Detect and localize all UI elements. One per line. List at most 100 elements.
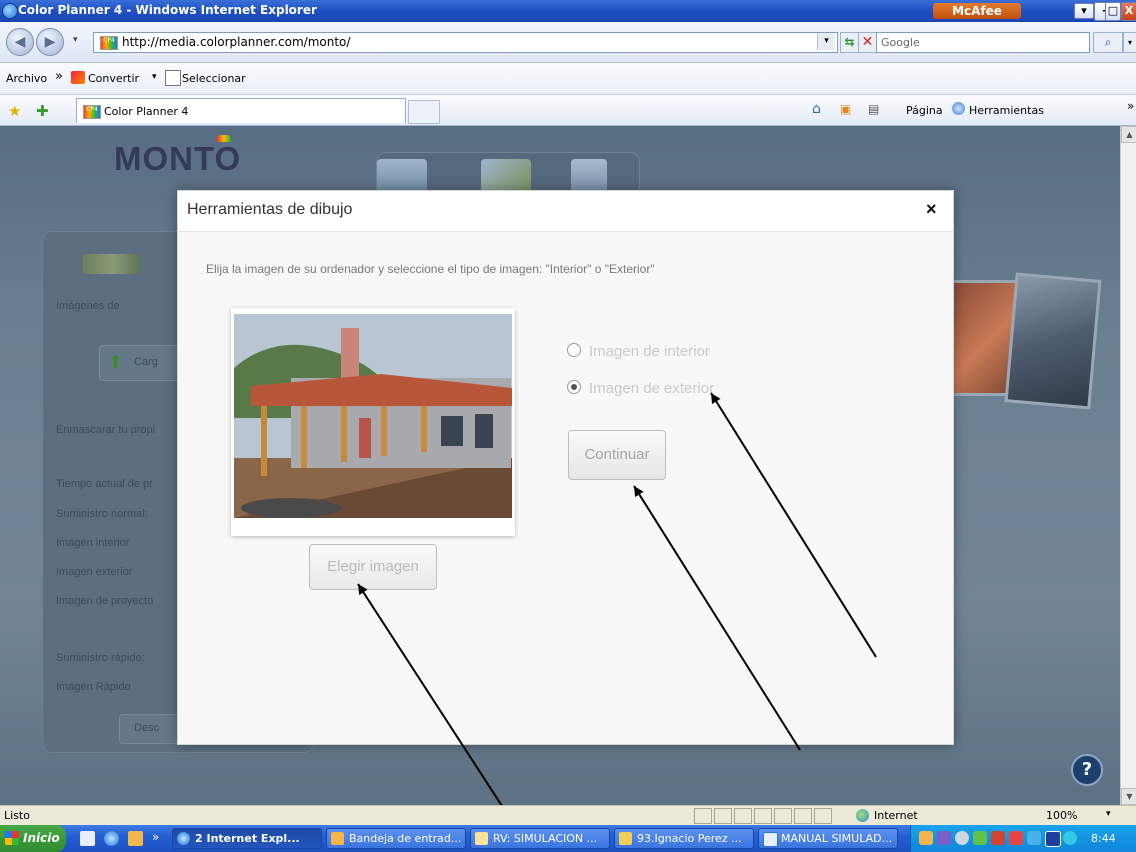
- select-icon: [165, 70, 181, 86]
- close-window-button[interactable]: X: [1121, 2, 1136, 21]
- radio-interior-label: Imagen de interior: [589, 343, 710, 360]
- status-segment: [734, 808, 752, 824]
- convertir-dropdown-icon[interactable]: ▾: [152, 72, 157, 82]
- seleccionar-button[interactable]: Seleccionar: [182, 72, 246, 85]
- drawing-tools-dialog: Herramientas de dibujo × Elija la imagen…: [177, 190, 954, 745]
- folder-task-icon: [619, 832, 632, 845]
- home-icon[interactable]: ⌂: [812, 101, 821, 117]
- continue-button[interactable]: Continuar: [568, 430, 666, 480]
- tray-security-icon[interactable]: [973, 831, 987, 845]
- menu-chevron-icon[interactable]: »: [55, 69, 63, 84]
- taskbar-item-manual[interactable]: MANUAL SIMULAD...: [758, 828, 898, 849]
- taskbar-item-ie[interactable]: 2 Internet Expl...: [172, 828, 322, 849]
- radio-interior-circle[interactable]: [567, 343, 581, 357]
- tools-gear-icon: [952, 102, 965, 115]
- address-input[interactable]: CP4 http://media.colorplanner.com/monto/…: [93, 32, 838, 53]
- toolbar-chevron-icon[interactable]: »: [1127, 99, 1134, 113]
- download-button-label: Desc: [134, 722, 160, 734]
- taskbar-item-inbox[interactable]: Bandeja de entrad...: [326, 828, 466, 849]
- normal-supply-label: Suministro normal:: [56, 508, 148, 520]
- fast-image-label: Imagen Rápido: [56, 681, 131, 693]
- tray-monitor-icon[interactable]: [1045, 831, 1061, 847]
- dialog-header: Herramientas de dibujo ×: [178, 191, 953, 232]
- status-segment: [714, 808, 732, 824]
- zoom-dropdown-icon[interactable]: ▾: [1106, 809, 1111, 819]
- mcafee-button[interactable]: McAfee: [933, 3, 1021, 19]
- status-bar: Listo Internet 100% ▾: [0, 805, 1136, 826]
- page-menu[interactable]: Página: [906, 104, 943, 117]
- choose-image-button[interactable]: Elegir imagen: [309, 544, 437, 590]
- quicklaunch-chevron-icon[interactable]: »: [152, 830, 159, 844]
- status-segment: [774, 808, 792, 824]
- quicklaunch-desktop-icon[interactable]: [80, 831, 95, 846]
- help-icon[interactable]: ?: [1071, 754, 1103, 786]
- quicklaunch-outlook-icon[interactable]: [128, 831, 143, 846]
- tools-menu[interactable]: Herramientas: [969, 104, 1044, 117]
- print-icon[interactable]: ▤: [868, 102, 879, 116]
- vertical-scrollbar[interactable]: ▲ ▼: [1120, 126, 1136, 805]
- back-button[interactable]: ◀: [6, 28, 34, 56]
- site-favicon-icon: CP4: [100, 36, 118, 50]
- choose-image-label: Elegir imagen: [327, 558, 419, 575]
- search-icon[interactable]: ⌕: [1093, 32, 1123, 53]
- exterior-sample-photo: [1004, 272, 1102, 410]
- stop-icon[interactable]: ✕: [858, 32, 877, 53]
- tray-shield-icon[interactable]: [955, 831, 969, 845]
- taskbar-item-label: MANUAL SIMULAD...: [781, 832, 893, 845]
- address-url: http://media.colorplanner.com/monto/: [122, 35, 351, 49]
- tab-color-planner[interactable]: CP4 Color Planner 4: [76, 98, 406, 123]
- tray-update-icon[interactable]: [1063, 831, 1077, 845]
- favorites-tab-bar: ★ ✚ CP4 Color Planner 4 ⌂ ▣ ▤ Página Her…: [0, 95, 1136, 126]
- menu-archivo[interactable]: Archivo: [6, 72, 47, 85]
- scroll-down-icon[interactable]: ▼: [1121, 788, 1136, 805]
- search-options-icon[interactable]: ▾: [1123, 32, 1136, 53]
- history-dropdown-icon[interactable]: ▾: [73, 35, 78, 45]
- search-input[interactable]: Google: [876, 32, 1090, 53]
- internet-zone-icon: [856, 809, 869, 822]
- taskbar-item-label: Bandeja de entrad...: [349, 832, 462, 845]
- images-tab-label[interactable]: Imágenes de: [56, 300, 120, 312]
- refresh-icon[interactable]: ⇆: [840, 32, 859, 53]
- clock: 8:44: [1091, 832, 1116, 845]
- window-menu-button[interactable]: ▾: [1074, 3, 1094, 19]
- radio-exterior-circle[interactable]: [567, 380, 581, 394]
- project-image-label: Imagen de proyecto: [56, 595, 154, 607]
- address-bar-row: ◀ ▶ ▾ CP4 http://media.colorplanner.com/…: [0, 22, 1136, 63]
- start-label: Inicio: [23, 831, 60, 845]
- mask-text: Enmascarar tu propi: [56, 424, 156, 436]
- convertir-button[interactable]: Convertir: [88, 72, 139, 85]
- tab-favicon-icon: CP4: [83, 105, 101, 119]
- start-button[interactable]: Inicio: [0, 825, 66, 852]
- status-segment: [754, 808, 772, 824]
- logo-rainbow-icon: [217, 135, 231, 142]
- zoom-level[interactable]: 100%: [1046, 809, 1077, 822]
- email-task-icon: [475, 832, 488, 845]
- upload-button-label: Carg: [134, 356, 158, 368]
- fast-supply-label: Suministro rápido:: [56, 652, 145, 664]
- tray-flag-icon[interactable]: [1009, 831, 1023, 845]
- forward-button[interactable]: ▶: [36, 28, 64, 56]
- tray-network-icon[interactable]: [937, 831, 951, 845]
- tray-mcafee-icon[interactable]: [991, 831, 1005, 845]
- status-segment: [694, 808, 712, 824]
- favorites-star-icon[interactable]: ★: [8, 102, 21, 120]
- scroll-up-icon[interactable]: ▲: [1121, 126, 1136, 143]
- add-favorite-icon[interactable]: ✚: [36, 102, 49, 120]
- address-dropdown-icon[interactable]: ▾: [817, 33, 835, 50]
- tray-bluetooth-icon[interactable]: [1027, 831, 1041, 845]
- taskbar-item-folder[interactable]: 93.Ignacio Perez ...: [614, 828, 754, 849]
- tray-clock-icon[interactable]: [919, 831, 933, 845]
- system-tray: 8:44: [910, 825, 1136, 852]
- quicklaunch-ie-icon[interactable]: [104, 831, 119, 846]
- maximize-button[interactable]: □: [1105, 2, 1121, 21]
- ie-task-icon: [177, 832, 190, 845]
- sample-photos: [950, 272, 1102, 436]
- radio-exterior[interactable]: Imagen de exterior: [567, 380, 714, 397]
- windows-logo-icon: [5, 831, 19, 845]
- radio-interior[interactable]: Imagen de interior: [567, 343, 710, 360]
- new-tab-button[interactable]: [408, 100, 440, 124]
- close-icon[interactable]: ×: [926, 199, 937, 220]
- feeds-icon[interactable]: ▣: [840, 102, 851, 116]
- page-viewport: MONTO Imágenes de ⬆ Carg Enmascarar tu p…: [0, 126, 1120, 805]
- taskbar-item-simulacion[interactable]: RV: SIMULACION ...: [470, 828, 610, 849]
